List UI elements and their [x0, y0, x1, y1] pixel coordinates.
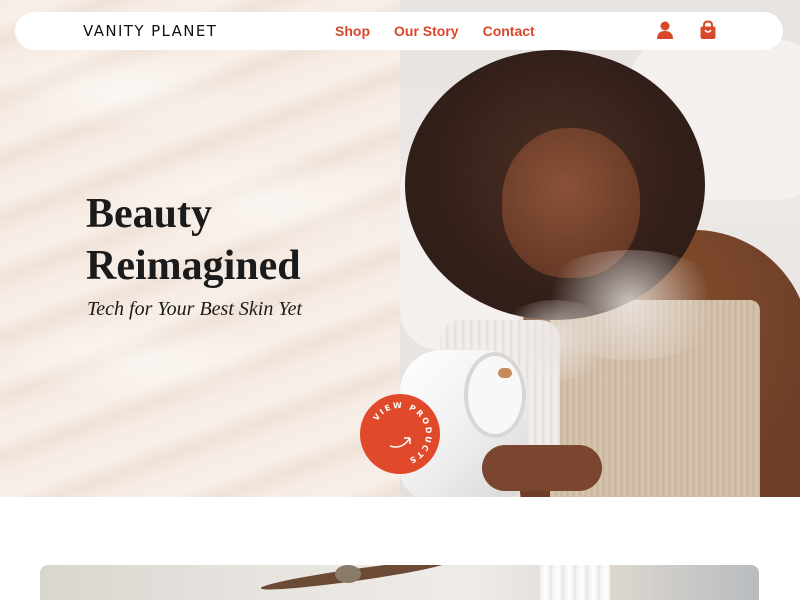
nav-link-shop[interactable]: Shop: [335, 23, 370, 39]
shopping-bag-icon[interactable]: [698, 20, 718, 42]
hero-title-line2: Reimagined: [86, 243, 301, 289]
main-navigation: VANITY PLANET Shop Our Story Contact: [15, 12, 783, 50]
arrow-icon: [389, 437, 411, 448]
secondary-section-photo: [40, 565, 759, 600]
hero-subtitle: Tech for Your Best Skin Yet: [87, 298, 303, 320]
hero-title: Beauty Reimagined: [86, 188, 386, 292]
view-products-badge[interactable]: VIEW PRODUCTS: [360, 394, 440, 474]
hero-photo: [400, 0, 800, 497]
hero-section: Beauty Reimagined Tech for Your Best Ski…: [0, 0, 800, 497]
device-rim: [464, 352, 526, 438]
nav-link-our-story[interactable]: Our Story: [394, 23, 459, 39]
hero-title-line1: Beauty: [86, 191, 212, 237]
device-nozzle: [498, 368, 512, 378]
hand-shape: [482, 445, 602, 491]
nav-links: Shop Our Story Contact: [335, 23, 535, 39]
svg-text:VIEW PRODUCTS: VIEW PRODUCTS: [371, 401, 433, 466]
view-products-badge-graphic: VIEW PRODUCTS: [371, 401, 433, 466]
nav-link-contact[interactable]: Contact: [483, 23, 535, 39]
curtain-shape: [540, 565, 610, 600]
brand-logo[interactable]: VANITY PLANET: [83, 22, 217, 40]
ceiling-fan-hub: [335, 565, 361, 583]
account-icon[interactable]: [655, 20, 675, 42]
badge-label: VIEW PRODUCTS: [371, 401, 431, 466]
